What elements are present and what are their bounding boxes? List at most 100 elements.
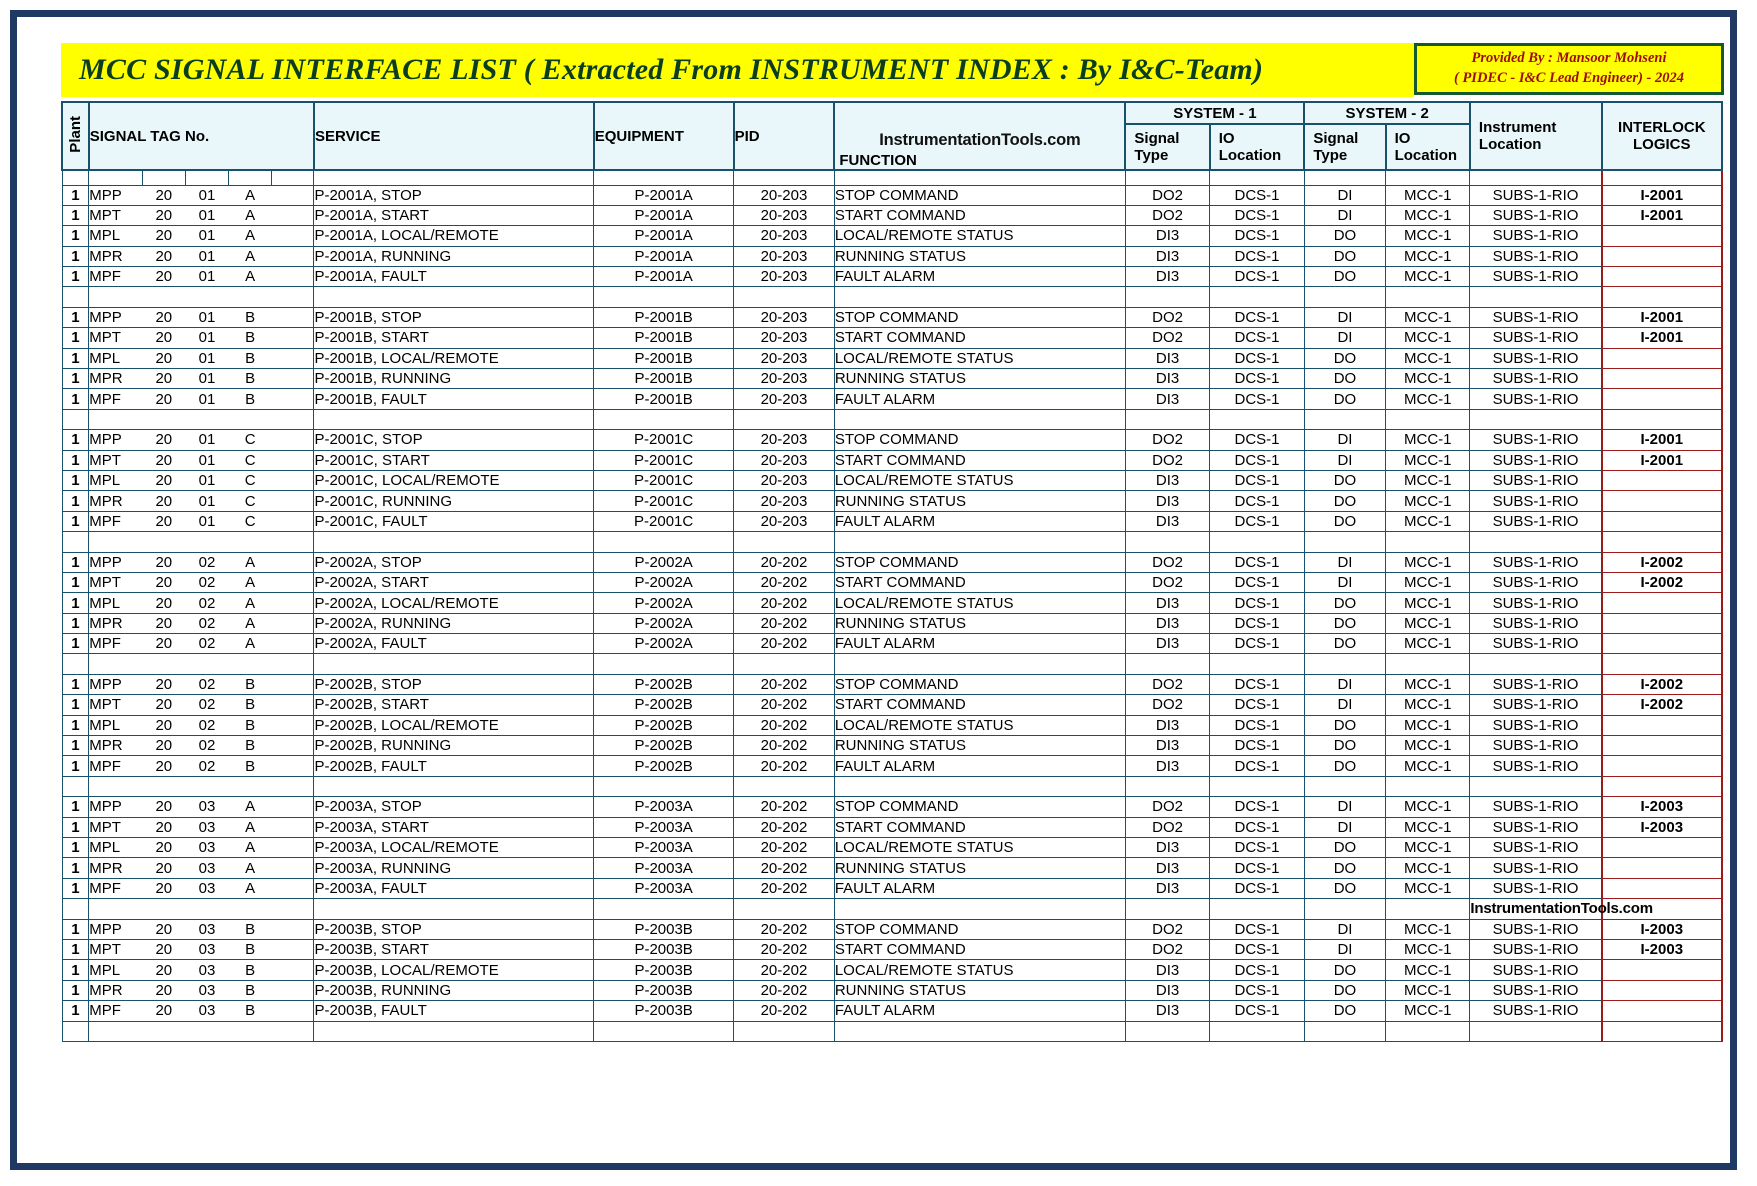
table-row[interactable]: 1 MPL 20 01 C P-2001C, LOCAL/REMOTE P-2001C 20-… (61, 469, 1724, 492)
table-row[interactable]: 1 MPF 20 03 B P-2003B, FAULT P-2003B 20-202 FAUL… (61, 1000, 1724, 1022)
table-row[interactable]: 1 MPR 20 02 A P-2002A, RUNNING P-2002A 20-202 RU… (61, 612, 1724, 635)
tag-number-cell: 01 (185, 368, 229, 390)
table-row[interactable]: 1 MPT 20 02 A P-2002A, START P-2002A 20-202 STAR… (61, 571, 1724, 594)
equipment-cell: P-2002A (593, 592, 735, 614)
system1-signal-type-cell: DI3 (1124, 266, 1211, 288)
table-row[interactable]: 1 MPF 20 01 B P-2001B, FAULT P-2001B 20-203 FAUL… (61, 388, 1724, 410)
tag-spare-cell (271, 673, 315, 696)
group-separator-row (61, 286, 1724, 308)
tag-suffix-cell: A (228, 633, 272, 655)
table-row[interactable]: 1 MPT 20 01 B P-2001B, START P-2001B 20-203 STAR… (61, 327, 1724, 349)
table-row[interactable]: 1 MPP 20 01 B P-2001B, STOP P-2001B 20-203 STOP … (61, 306, 1724, 329)
plant-cell-blank (61, 898, 90, 920)
table-row[interactable]: 1 MPF 20 02 A P-2002A, FAULT P-2002A 20-202 FAUL… (61, 633, 1724, 655)
system2-signal-type-cell: DO (1303, 469, 1387, 492)
service-cell: P-2001C, STOP (313, 429, 595, 451)
table-row[interactable]: 1 MPR 20 01 C P-2001C, RUNNING P-2001C 20-203 RU… (61, 490, 1724, 512)
function-cell: RUNNING STATUS (833, 490, 1126, 512)
table-row[interactable]: 1 MPL 20 02 B P-2002B, LOCAL/REMOTE P-2002B 20-… (61, 714, 1724, 737)
separator-pid-cell (733, 531, 835, 553)
plant-cell-blank (61, 653, 90, 675)
interlock-logics-cell (1600, 368, 1724, 390)
table-row[interactable]: 1 MPT 20 01 C P-2001C, START P-2001C 20-203 STAR… (61, 449, 1724, 471)
system1-io-location-cell: DCS-1 (1209, 510, 1305, 533)
equipment-cell: P-2001C (593, 490, 735, 512)
col-header-s2-signal-line2: Type (1313, 147, 1348, 164)
table-row[interactable]: 1 MPF 20 01 A P-2001A, FAULT P-2001A 20-203 FAUL… (61, 266, 1724, 288)
table-row[interactable]: 1 MPR 20 02 B P-2002B, RUNNING P-2002B 20-202 RU… (61, 735, 1724, 757)
interlock-logics-cell: I-2001 (1600, 184, 1724, 206)
tag-area-cell: 20 (142, 816, 186, 839)
tag-suffix-cell: A (228, 225, 272, 247)
table-row[interactable]: 1 MPT 20 01 A P-2001A, START P-2001A 20-203 STAR… (61, 204, 1724, 227)
table-row[interactable]: 1 MPF 20 01 C P-2001C, FAULT P-2001C 20-203 FAUL… (61, 510, 1724, 533)
plant-cell: 1 (61, 979, 90, 1002)
system2-io-location-cell: MCC-1 (1385, 368, 1471, 390)
interlock-logics-cell: I-2002 (1600, 694, 1724, 716)
table-row[interactable]: 1 MPP 20 01 A P-2001A, STOP P-2001A 20-203 STOP … (61, 184, 1724, 206)
tag-number-cell: 03 (185, 877, 229, 900)
table-row[interactable]: 1 MPP 20 03 A P-2003A, STOP P-2003A 20-202 STOP … (61, 796, 1724, 818)
service-cell: P-2003B, START (313, 938, 595, 961)
interlock-logics-cell (1600, 857, 1724, 879)
pid-cell: 20-203 (733, 204, 835, 227)
table-row[interactable]: 1 MPP 20 03 B P-2003B, STOP P-2003B 20-202 STOP … (61, 918, 1724, 940)
table-row[interactable]: 1 MPR 20 01 A P-2001A, RUNNING P-2001A 20-203 RU… (61, 245, 1724, 268)
system1-signal-type-cell: DO2 (1124, 796, 1211, 818)
spacer-cell (141, 169, 186, 186)
system2-io-location-cell: MCC-1 (1385, 184, 1471, 206)
tag-suffix-cell: B (228, 938, 272, 961)
table-row[interactable]: 1 MPR 20 03 B P-2003B, RUNNING P-2003B 20-202 RU… (61, 979, 1724, 1002)
equipment-cell: P-2002B (593, 755, 735, 777)
table-row[interactable]: 1 MPT 20 02 B P-2002B, START P-2002B 20-202 STAR… (61, 694, 1724, 716)
tag-suffix-cell: C (228, 429, 272, 451)
table-row[interactable]: 1 MPP 20 02 B P-2002B, STOP P-2002B 20-202 STOP … (61, 673, 1724, 696)
tag-area-cell: 20 (142, 877, 186, 900)
system1-io-location-cell: DCS-1 (1209, 1000, 1305, 1022)
equipment-cell: P-2001B (593, 327, 735, 349)
separator-s1-io-cell (1209, 775, 1305, 798)
spacer-cell (88, 169, 143, 186)
plant-cell: 1 (61, 673, 90, 696)
table-row[interactable]: 1 MPL 20 01 B P-2001B, LOCAL/REMOTE P-2001B 20-… (61, 347, 1724, 370)
table-row[interactable]: 1 MPL 20 03 A P-2003A, LOCAL/REMOTE P-2003A 20-… (61, 836, 1724, 859)
table-row[interactable]: 1 MPL 20 01 A P-2001A, LOCAL/REMOTE P-2001A 20-… (61, 225, 1724, 247)
table-row[interactable]: 1 MPT 20 03 B P-2003B, START P-2003B 20-202 STAR… (61, 938, 1724, 961)
pid-cell: 20-203 (733, 245, 835, 268)
tag-number-cell: 01 (185, 490, 229, 512)
separator-function-cell (833, 408, 1126, 431)
tag-spare-cell (271, 877, 315, 900)
system1-io-location-cell: DCS-1 (1209, 918, 1305, 940)
tag-spare-cell (271, 449, 315, 471)
separator-s1-io-cell (1209, 653, 1305, 675)
system2-io-location-cell: MCC-1 (1385, 755, 1471, 777)
tag-suffix-cell: B (228, 673, 272, 696)
table-row[interactable]: 1 MPR 20 03 A P-2003A, RUNNING P-2003A 20-202 RU… (61, 857, 1724, 879)
table-row[interactable]: 1 MPL 20 03 B P-2003B, LOCAL/REMOTE P-2003B 20-… (61, 959, 1724, 981)
system1-signal-type-cell: DI3 (1124, 1000, 1211, 1022)
function-cell: START COMMAND (833, 327, 1126, 349)
tag-area-cell: 20 (142, 755, 186, 777)
system2-io-location-cell: MCC-1 (1385, 551, 1471, 573)
group-separator-row (61, 653, 1724, 675)
col-header-plant-label: Plant (66, 115, 84, 153)
tag-prefix-cell: MPP (88, 673, 143, 696)
function-cell: STOP COMMAND (833, 796, 1126, 818)
table-row[interactable]: 1 MPL 20 02 A P-2002A, LOCAL/REMOTE P-2002A 20-… (61, 592, 1724, 614)
col-header-instrument-location-line1: Instrument (1478, 119, 1557, 136)
separator-s2-io-cell (1385, 286, 1471, 308)
interlock-logics-cell: I-2003 (1600, 816, 1724, 839)
tag-suffix-cell: A (228, 857, 272, 879)
plant-cell: 1 (61, 225, 90, 247)
table-row[interactable]: 1 MPT 20 03 A P-2003A, START P-2003A 20-202 STAR… (61, 816, 1724, 839)
table-row[interactable]: 1 MPP 20 01 C P-2001C, STOP P-2001C 20-203 STOP … (61, 429, 1724, 451)
table-row[interactable]: 1 MPP 20 02 A P-2002A, STOP P-2002A 20-202 STOP … (61, 551, 1724, 573)
separator-s1-io-cell (1209, 898, 1305, 920)
tag-area-cell: 20 (142, 490, 186, 512)
table-row[interactable]: 1 MPF 20 02 B P-2002B, FAULT P-2002B 20-202 FAUL… (61, 755, 1724, 777)
table-row[interactable]: 1 MPR 20 01 B P-2001B, RUNNING P-2001B 20-203 RU… (61, 368, 1724, 390)
tag-area-cell: 20 (142, 388, 186, 410)
table-row[interactable]: 1 MPF 20 03 A P-2003A, FAULT P-2003A 20-202 FAUL… (61, 877, 1724, 900)
pid-cell: 20-202 (733, 673, 835, 696)
interlock-logics-cell (1600, 877, 1724, 900)
